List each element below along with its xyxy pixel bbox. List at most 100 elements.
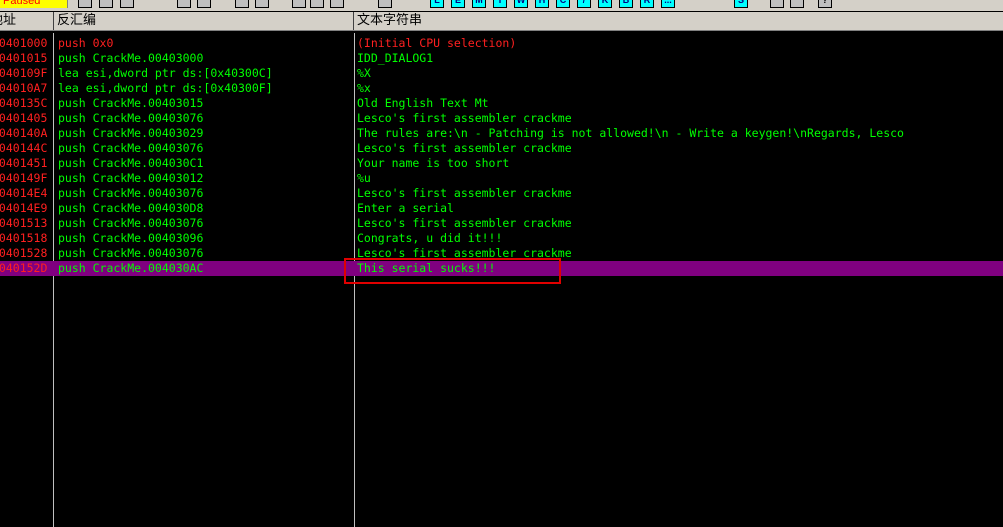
row-disassembly: push CrackMe.00403000 bbox=[58, 51, 204, 65]
row-disassembly: push CrackMe.00403076 bbox=[58, 216, 204, 230]
log-window-icon: L bbox=[434, 0, 440, 5]
trace-over-button[interactable] bbox=[310, 0, 324, 8]
row-disassembly: push CrackMe.00403076 bbox=[58, 111, 204, 125]
handles-icon: H bbox=[538, 0, 546, 5]
run-trace-icon: ... bbox=[664, 0, 672, 5]
row-text: Enter a serial bbox=[357, 201, 454, 215]
row-text: %u bbox=[357, 171, 371, 185]
table-row[interactable]: 00401528 push CrackMe.00403076 Lesco's fir… bbox=[0, 246, 1003, 261]
run-trace-button[interactable]: ... bbox=[661, 0, 675, 8]
row-disassembly: push CrackMe.00403015 bbox=[58, 96, 204, 110]
table-row[interactable]: 0040109F lea esi,dword ptr ds:[0x40300C]%… bbox=[0, 66, 1003, 81]
cpu-button[interactable]: C bbox=[556, 0, 570, 8]
row-address: 00401000 bbox=[0, 36, 48, 50]
trace-into-button[interactable] bbox=[292, 0, 306, 8]
table-row[interactable]: 00401518 push CrackMe.00403096 Congrats, u… bbox=[0, 231, 1003, 246]
threads-icon: T bbox=[497, 0, 503, 5]
run-button[interactable] bbox=[177, 0, 191, 8]
row-address: 004010A7 bbox=[0, 81, 48, 95]
row-address: 0040149F bbox=[0, 171, 48, 185]
row-text: Lesco's first assembler crackme bbox=[357, 111, 572, 125]
row-disassembly: push CrackMe.004030AC bbox=[58, 261, 204, 275]
threads-button[interactable]: T bbox=[493, 0, 507, 8]
memory-icon: M bbox=[475, 0, 483, 5]
row-address: 00401405 bbox=[0, 111, 48, 125]
call-stack-icon: K bbox=[601, 0, 609, 5]
row-text: The rules are:\n - Patching is not allow… bbox=[357, 126, 904, 140]
row-address: 00401513 bbox=[0, 216, 48, 230]
close-button[interactable] bbox=[120, 0, 134, 8]
row-disassembly: push CrackMe.004030D8 bbox=[58, 201, 204, 215]
table-row[interactable]: 0040135C push CrackMe.00403015 Old English… bbox=[0, 96, 1003, 111]
row-text: IDD_DIALOG1 bbox=[357, 51, 434, 65]
windows-button[interactable]: W bbox=[514, 0, 528, 8]
row-text: Lesco's first assembler crackme bbox=[357, 186, 572, 200]
pause-button[interactable] bbox=[197, 0, 211, 8]
row-disassembly: lea esi,dword ptr ds:[0x40300F] bbox=[58, 81, 273, 95]
row-disassembly: push CrackMe.00403076 bbox=[58, 246, 204, 260]
step-over-button[interactable] bbox=[255, 0, 269, 8]
column-header: 地址 反汇编 文本字符串 bbox=[0, 12, 1003, 31]
log-window-button[interactable]: L bbox=[430, 0, 444, 8]
row-disassembly: push CrackMe.00403076 bbox=[58, 186, 204, 200]
breakpoints-icon: B bbox=[622, 0, 630, 5]
header-disassembly[interactable]: 反汇编 bbox=[54, 12, 354, 30]
toolbar: Paused L E M T W H C / K B R... S? bbox=[0, 0, 1003, 11]
table-row[interactable]: 00401015 push CrackMe.00403000 IDD_DIALOG1 bbox=[0, 51, 1003, 66]
patches-button[interactable]: / bbox=[577, 0, 591, 8]
list-button[interactable] bbox=[770, 0, 784, 8]
row-address: 00401451 bbox=[0, 156, 48, 170]
row-text: Lesco's first assembler crackme bbox=[357, 141, 572, 155]
table-row[interactable]: 00401513 push CrackMe.00403076 Lesco's fir… bbox=[0, 216, 1003, 231]
source-button[interactable]: S bbox=[734, 0, 748, 8]
windows-icon: W bbox=[516, 0, 526, 5]
row-address: 004014E9 bbox=[0, 201, 48, 215]
modules-icon: E bbox=[454, 0, 461, 5]
header-text[interactable]: 文本字符串 bbox=[354, 12, 1003, 30]
rewind-button[interactable] bbox=[99, 0, 113, 8]
open-button[interactable] bbox=[78, 0, 92, 8]
help-button[interactable]: ? bbox=[818, 0, 832, 8]
execute-till-return-button[interactable] bbox=[330, 0, 344, 8]
row-disassembly: push CrackMe.00403096 bbox=[58, 231, 204, 245]
table-row[interactable]: 0040144C push CrackMe.00403076 Lesco's fir… bbox=[0, 141, 1003, 156]
row-address: 0040135C bbox=[0, 96, 48, 110]
table-row[interactable]: 00401451 push CrackMe.004030C1 Your name i… bbox=[0, 156, 1003, 171]
modules-button[interactable]: E bbox=[451, 0, 465, 8]
table-row[interactable]: 004014E9 push CrackMe.004030D8 Enter a ser… bbox=[0, 201, 1003, 216]
row-address: 00401528 bbox=[0, 246, 48, 260]
string-references-list[interactable]: 00401000push 0x0(Initial CPU selection)0… bbox=[0, 33, 1003, 527]
table-row[interactable]: 004014E4 push CrackMe.00403076 Lesco's fir… bbox=[0, 186, 1003, 201]
help-icon: ? bbox=[822, 0, 828, 5]
row-text: Congrats, u did it!!! bbox=[357, 231, 503, 245]
row-disassembly: push CrackMe.00403029 bbox=[58, 126, 204, 140]
row-disassembly: push 0x0 bbox=[58, 36, 114, 50]
go-to-button[interactable] bbox=[378, 0, 392, 8]
row-address: 00401015 bbox=[0, 51, 48, 65]
row-address: 0040140A bbox=[0, 126, 48, 140]
cpu-icon: C bbox=[559, 0, 567, 5]
row-text: Lesco's first assembler crackme bbox=[357, 246, 572, 260]
table-row[interactable]: 00401000 push 0x0 (Initial CPU selection) bbox=[0, 36, 1003, 51]
header-address[interactable]: 地址 bbox=[0, 12, 54, 30]
row-text: This serial sucks!!! bbox=[357, 261, 496, 275]
handles-button[interactable]: H bbox=[535, 0, 549, 8]
table-row[interactable]: 0040152D push CrackMe.004030AC This serial… bbox=[0, 261, 1003, 276]
table-row[interactable]: 00401405 push CrackMe.00403076 Lesco's fir… bbox=[0, 111, 1003, 126]
step-into-button[interactable] bbox=[235, 0, 249, 8]
row-text: Old English Text Mt bbox=[357, 96, 489, 110]
table-row[interactable]: 0040140A push CrackMe.00403029 The rules a… bbox=[0, 126, 1003, 141]
row-disassembly: lea esi,dword ptr ds:[0x40300C] bbox=[58, 66, 273, 80]
options-button[interactable] bbox=[790, 0, 804, 8]
row-address: 0040152D bbox=[0, 261, 48, 275]
memory-button[interactable]: M bbox=[472, 0, 486, 8]
row-disassembly: push CrackMe.004030C1 bbox=[58, 156, 204, 170]
call-stack-button[interactable]: K bbox=[598, 0, 612, 8]
row-address: 004014E4 bbox=[0, 186, 48, 200]
table-row[interactable]: 0040149F push CrackMe.00403012 %u bbox=[0, 171, 1003, 186]
row-address: 00401518 bbox=[0, 231, 48, 245]
breakpoints-button[interactable]: B bbox=[619, 0, 633, 8]
table-row[interactable]: 004010A7 lea esi,dword ptr ds:[0x40300F]%… bbox=[0, 81, 1003, 96]
row-text: %X bbox=[357, 66, 371, 80]
references-button[interactable]: R bbox=[640, 0, 654, 8]
